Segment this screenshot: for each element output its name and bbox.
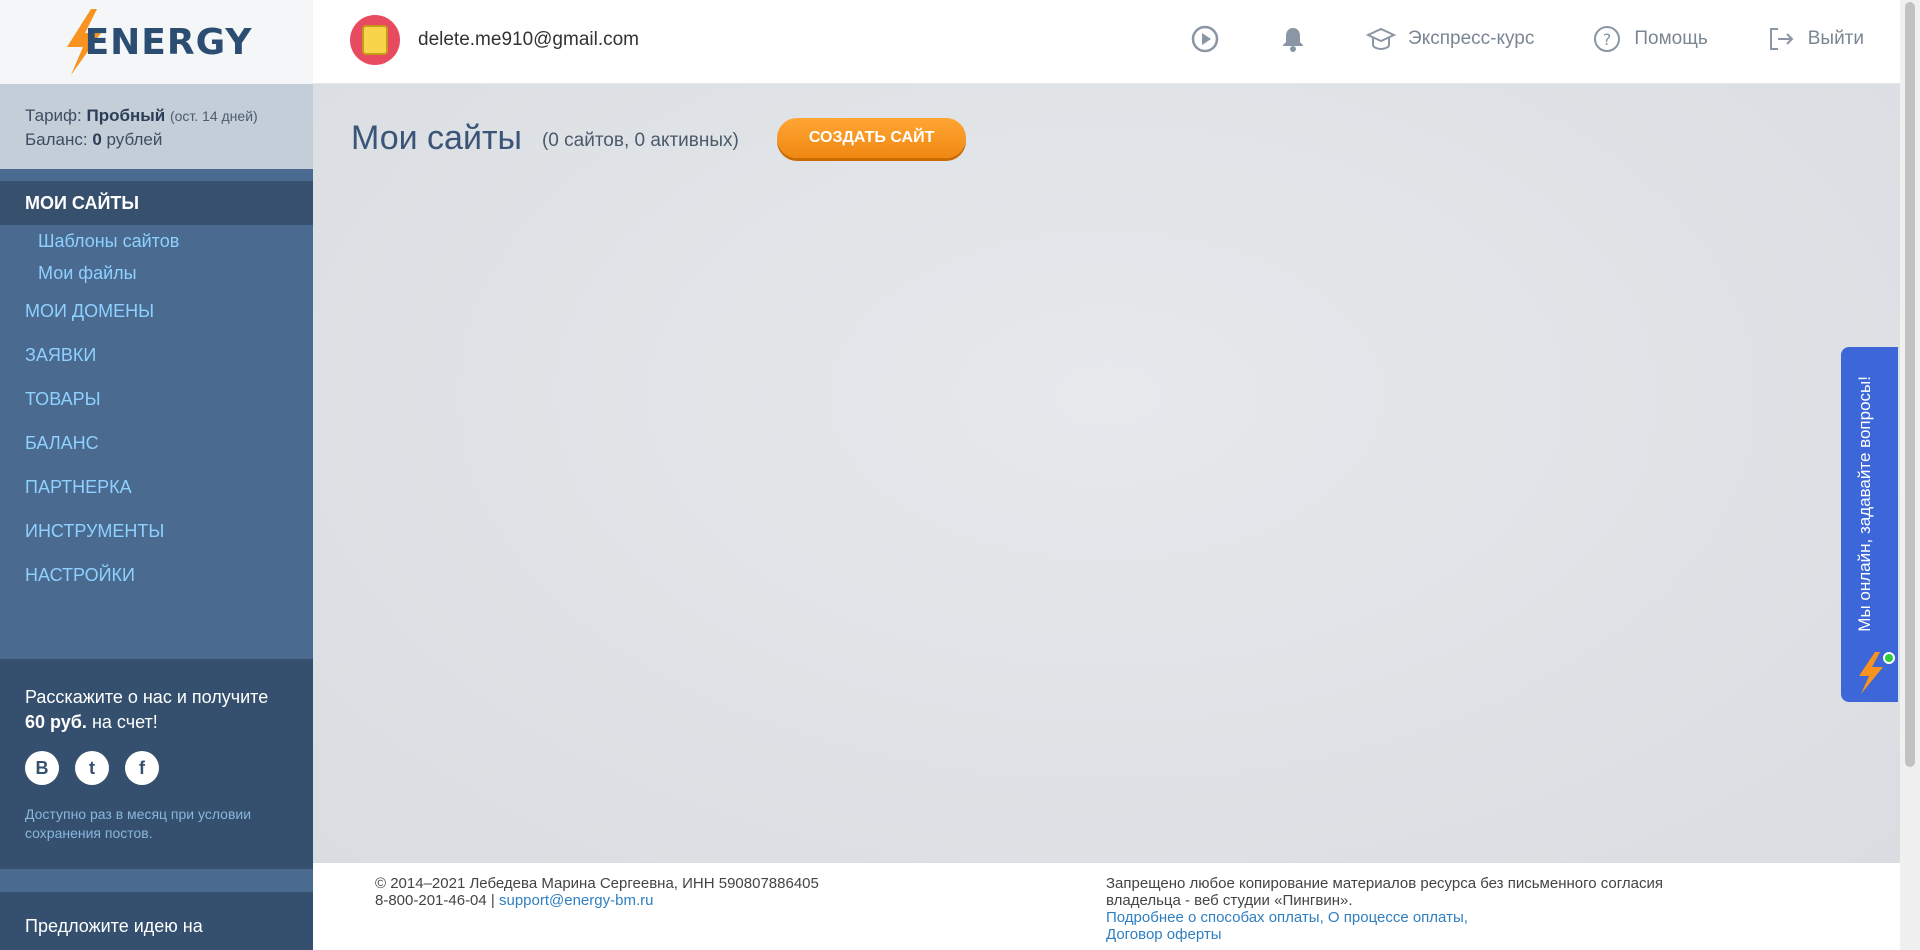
graduation-cap-icon	[1366, 27, 1397, 51]
svg-text:?: ?	[1603, 30, 1612, 49]
copy-notice: Запрещено любое копирование материалов р…	[1106, 875, 1663, 909]
promo-title-pre: Расскажите о нас и получите	[25, 687, 269, 707]
bell-icon	[1283, 28, 1304, 52]
footer-right: Запрещено любое копирование материалов р…	[1106, 875, 1726, 943]
promo-note: Доступно раз в месяц при условии сохране…	[25, 806, 252, 841]
create-site-button[interactable]: СОЗДАТЬ САЙТ	[776, 118, 967, 158]
promo-block: Расскажите о нас и получите 60 руб. на с…	[0, 659, 313, 869]
support-email-link[interactable]: support@energy-bm.ru	[499, 892, 653, 909]
notifications-button[interactable]	[1278, 24, 1308, 54]
page-title: Мои сайты	[351, 118, 522, 157]
sidebar-item-my-files[interactable]: Мои файлы	[0, 257, 313, 289]
user-email: delete.me910@gmail.com	[418, 29, 640, 50]
vk-icon[interactable]: В	[25, 751, 59, 785]
sidebar-item-balance[interactable]: БАЛАНС	[0, 421, 313, 465]
scrollbar[interactable]	[1900, 0, 1920, 950]
online-status-dot	[1883, 652, 1895, 664]
site-count: (0 сайтов, 0 активных)	[541, 130, 739, 151]
scrollbar-thumb[interactable]	[1905, 2, 1915, 767]
help-link[interactable]: ? Помощь	[1592, 24, 1708, 54]
brand-name: ENERGY	[84, 21, 253, 63]
sidebar-item-my-domains[interactable]: МОИ ДОМЕНЫ	[0, 289, 313, 333]
balance-unit: рублей	[106, 130, 163, 149]
facebook-icon[interactable]: f	[125, 751, 159, 785]
top-bar: ENERGY delete.me910@gmail.com Экспресс-к…	[0, 0, 1900, 84]
sidebar-item-tools[interactable]: ИНСТРУМЕНТЫ	[0, 509, 313, 553]
idea-title: Предложите идею на	[25, 916, 203, 936]
logo[interactable]: ENERGY	[0, 0, 313, 84]
tariff-plan: Пробный	[86, 106, 166, 125]
title-row: Мои сайты (0 сайтов, 0 активных) СОЗДАТЬ…	[351, 118, 967, 158]
tariff-remaining: (ост. 14 дней)	[169, 108, 258, 124]
video-button[interactable]	[1190, 24, 1220, 54]
top-actions: Экспресс-курс ? Помощь Выйти	[1132, 24, 1864, 54]
sidebar-item-settings[interactable]: НАСТРОЙКИ	[0, 553, 313, 597]
sidebar-item-templates[interactable]: Шаблоны сайтов	[0, 225, 313, 257]
promo-title: Расскажите о нас и получите 60 руб. на с…	[25, 685, 288, 735]
sidebar-item-partner[interactable]: ПАРТНЕРКА	[0, 465, 313, 509]
tariff-line: Тариф: Пробный (ост. 14 дней)	[25, 104, 288, 128]
offer-contract-link[interactable]: Договор оферты	[1106, 926, 1222, 943]
logout-label: Выйти	[1807, 28, 1864, 49]
sidebar-nav: МОИ САЙТЫ Шаблоны сайтов Мои файлы МОИ Д…	[0, 181, 313, 597]
logout-link[interactable]: Выйти	[1766, 24, 1864, 54]
payment-methods-link[interactable]: Подробнее о способах оплаты,	[1106, 909, 1324, 926]
help-label: Помощь	[1634, 28, 1708, 49]
user-profile[interactable]: delete.me910@gmail.com	[350, 15, 639, 65]
contact-line: 8-800-201-46-04 | support@energy-bm.ru	[375, 892, 819, 909]
tariff-label: Тариф:	[25, 106, 82, 125]
payment-links: Подробнее о способах оплаты, О процессе …	[1106, 909, 1726, 926]
play-icon	[1191, 25, 1219, 53]
idea-block: Предложите идею на	[0, 892, 313, 950]
social-buttons: В t f	[25, 751, 288, 785]
promo-title-post: на счет!	[91, 712, 158, 732]
sidebar-item-my-sites[interactable]: МОИ САЙТЫ	[0, 181, 313, 225]
main-content: Мои сайты (0 сайтов, 0 активных) СОЗДАТЬ…	[313, 84, 1900, 864]
online-chat-widget[interactable]: Мы онлайн, задавайте вопросы!	[1841, 347, 1898, 702]
copyright: © 2014–2021 Лебедева Марина Сергеевна, И…	[375, 875, 819, 892]
promo-amount: 60 руб.	[25, 712, 87, 732]
avatar-character-icon	[362, 25, 388, 55]
express-course-link[interactable]: Экспресс-курс	[1366, 24, 1534, 54]
balance-line: Баланс: 0 рублей	[25, 128, 288, 152]
balance-label: Баланс:	[25, 130, 88, 149]
footer-left: © 2014–2021 Лебедева Марина Сергеевна, И…	[375, 875, 819, 909]
bolt-chat-icon	[1859, 652, 1883, 694]
avatar[interactable]	[350, 15, 400, 65]
balance-value: 0	[92, 130, 102, 149]
sidebar-item-requests[interactable]: ЗАЯВКИ	[0, 333, 313, 377]
chat-label: Мы онлайн, задавайте вопросы!	[1855, 376, 1874, 632]
sidebar-item-products[interactable]: ТОВАРЫ	[0, 377, 313, 421]
twitter-icon[interactable]: t	[75, 751, 109, 785]
help-icon: ?	[1594, 26, 1621, 52]
footer: © 2014–2021 Лебедева Марина Сергеевна, И…	[313, 863, 1900, 950]
payment-process-link[interactable]: О процессе оплаты,	[1328, 909, 1468, 926]
tariff-info: Тариф: Пробный (ост. 14 дней) Баланс: 0 …	[0, 84, 313, 169]
phone: 8-800-201-46-04 |	[375, 892, 495, 909]
sidebar: Тариф: Пробный (ост. 14 дней) Баланс: 0 …	[0, 84, 313, 950]
logout-icon	[1769, 28, 1794, 50]
express-course-label: Экспресс-курс	[1408, 28, 1535, 49]
